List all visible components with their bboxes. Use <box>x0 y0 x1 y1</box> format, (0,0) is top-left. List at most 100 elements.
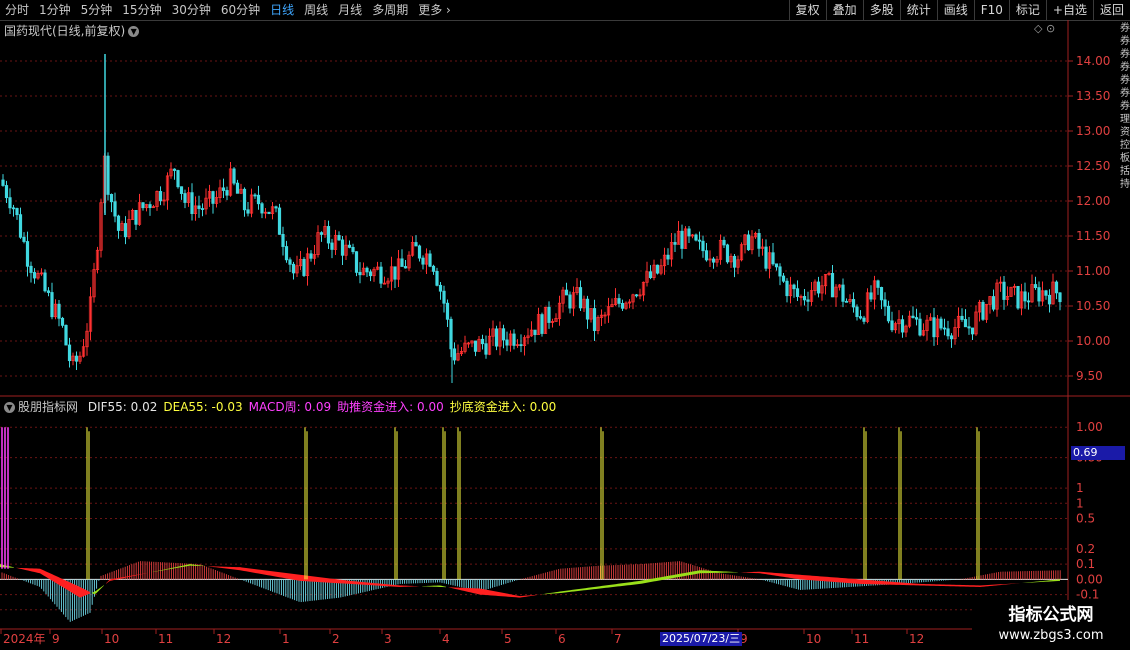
price-tick-label: 13.00 <box>1076 124 1110 138</box>
candle-body <box>1002 281 1006 300</box>
candle-body <box>288 259 292 265</box>
candle-body <box>802 296 807 301</box>
candle-body <box>428 253 432 267</box>
price-tick-label: 14.00 <box>1076 54 1110 68</box>
candle-body <box>795 288 800 297</box>
price-tick-label: 10.50 <box>1076 299 1110 313</box>
candle-body <box>841 284 845 302</box>
candle-body <box>452 348 457 361</box>
candle-body <box>680 230 684 249</box>
price-tick-label: 10.00 <box>1076 334 1110 348</box>
candle-body <box>211 191 215 204</box>
candle-body <box>74 355 79 362</box>
candle-body <box>725 244 730 263</box>
candle-body <box>970 327 975 335</box>
candle-body <box>1026 300 1031 303</box>
dif-dea-ribbon <box>448 587 540 598</box>
candle-body <box>442 290 446 304</box>
dif-dea-ribbon <box>106 572 150 584</box>
candle-body <box>732 255 737 268</box>
chevron-down-icon[interactable]: ▼ <box>4 402 15 413</box>
legend-item-2: MACD周: 0.09 <box>248 400 332 414</box>
candle-body <box>326 226 331 244</box>
candle-body <box>1047 294 1052 305</box>
candle-body <box>337 235 341 241</box>
candle-body <box>22 236 26 242</box>
time-axis-label: 3 <box>384 632 392 646</box>
candle-body <box>284 246 289 261</box>
time-axis-label: 2024年 <box>3 632 46 646</box>
ind-tick-label: 0.2 <box>1076 542 1095 556</box>
candle-body <box>309 253 313 259</box>
candle-body <box>911 315 915 318</box>
candle-body <box>281 233 285 247</box>
candle-body <box>564 289 569 296</box>
candle-body <box>246 209 250 214</box>
candle-body <box>106 155 110 195</box>
candle-body <box>473 340 478 352</box>
price-tick-label: 12.00 <box>1076 194 1110 208</box>
candle-body <box>414 242 418 247</box>
indicator-legend-items: DIF55: 0.02 DEA55: -0.03 MACD周: 0.09 助推资金进入… <box>88 400 562 414</box>
cursor-value-label: 0.69 <box>1071 446 1125 460</box>
candle-body <box>900 319 905 333</box>
candle-body <box>50 292 54 318</box>
candle-body <box>830 272 835 298</box>
candle-body <box>883 299 887 307</box>
candle-body <box>256 194 261 205</box>
time-axis-label: 10 <box>104 632 119 646</box>
candle-body <box>351 246 355 253</box>
candle-body <box>445 302 450 320</box>
candle-body <box>330 242 334 250</box>
candle-body <box>785 280 789 297</box>
candle-body <box>981 301 985 320</box>
candle-body <box>277 207 282 235</box>
candle-body <box>792 284 796 290</box>
candle-body <box>176 170 180 188</box>
dif-dea-ribbon <box>92 585 104 595</box>
candle-body <box>480 338 485 345</box>
candle-body <box>134 210 138 225</box>
candle-body <box>673 242 677 245</box>
candle-body <box>484 343 488 355</box>
candle-body <box>932 317 936 338</box>
candle-body <box>200 208 205 210</box>
candle-body <box>253 194 257 197</box>
time-axis-label: 6 <box>558 632 566 646</box>
time-axis-label: 2 <box>332 632 340 646</box>
candle-body <box>960 315 964 320</box>
price-tick-label: 9.50 <box>1076 369 1103 383</box>
candle-body <box>32 272 37 279</box>
candle-body <box>711 258 716 263</box>
candle-body <box>29 265 33 273</box>
candle-body <box>1054 281 1059 294</box>
candle-body <box>340 239 345 256</box>
candle-body <box>1023 291 1027 302</box>
ind-tick-label: 1 <box>1076 481 1084 495</box>
candle-body <box>648 271 653 279</box>
candle-body <box>704 250 709 261</box>
legend-item-4: 抄底资金进入: 0.00 <box>449 400 557 414</box>
ind-tick-label: 0.5 <box>1076 512 1095 526</box>
candle-body <box>949 335 954 340</box>
candle-body <box>267 211 271 214</box>
candle-body <box>701 240 705 252</box>
candle-body <box>113 201 117 217</box>
candle-body <box>858 316 863 319</box>
candle-body <box>400 258 404 267</box>
candle-body <box>764 246 768 269</box>
candle-body <box>358 271 362 276</box>
time-axis-label: 9 <box>52 632 60 646</box>
candle-body <box>368 271 373 277</box>
candle-body <box>158 191 163 202</box>
candle-body <box>512 333 516 346</box>
candle-body <box>967 326 971 329</box>
candle-body <box>862 317 866 322</box>
candle-body <box>179 186 184 194</box>
candle-body <box>1016 285 1020 309</box>
candle-body <box>319 232 324 235</box>
candle-body <box>64 324 68 346</box>
time-axis-label: 1 <box>282 632 290 646</box>
candle-body <box>666 254 670 260</box>
candle-body <box>890 320 894 331</box>
